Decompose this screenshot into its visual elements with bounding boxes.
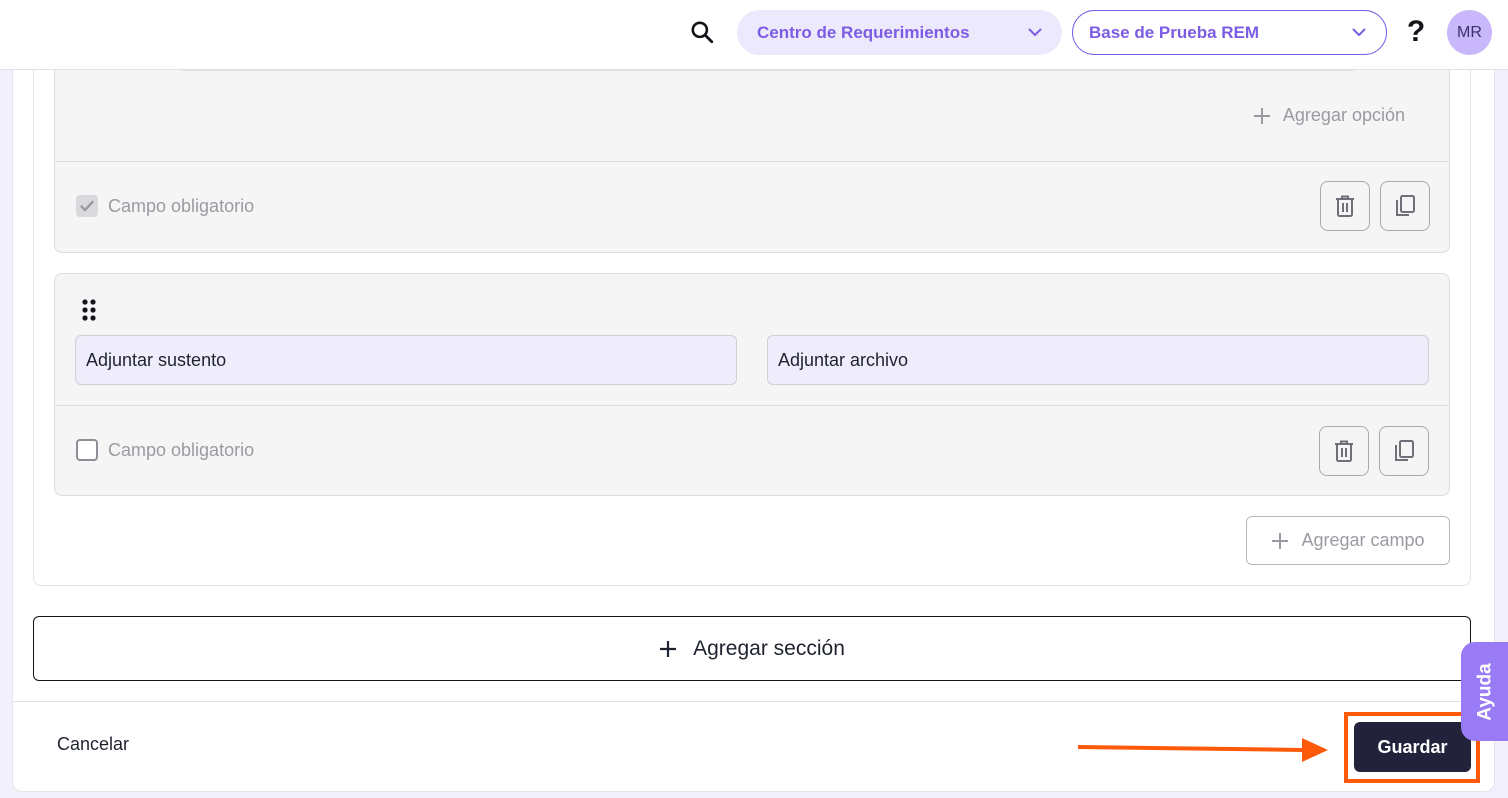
delete-field-button[interactable]: [1320, 181, 1370, 231]
center-selector-label: Centro de Requerimientos: [757, 22, 970, 42]
plus-icon: [1272, 532, 1289, 549]
required-label: Campo obligatorio: [108, 439, 255, 460]
divider: [55, 161, 1449, 162]
base-selector-label: Base de Prueba REM: [1089, 22, 1260, 42]
delete-field-button[interactable]: [1319, 426, 1369, 476]
chevron-down-icon: [1352, 28, 1366, 37]
trash-icon: [1335, 440, 1353, 462]
chevron-down-icon: [1028, 28, 1042, 37]
field-type-input[interactable]: Adjuntar archivo: [767, 335, 1429, 385]
footer-divider: [13, 701, 1494, 702]
base-selector[interactable]: Base de Prueba REM: [1072, 10, 1387, 55]
add-section-button[interactable]: Agregar sección: [33, 616, 1471, 681]
copy-icon: [1396, 195, 1415, 216]
required-toggle[interactable]: Campo obligatorio: [76, 439, 254, 461]
required-checkbox[interactable]: [76, 195, 98, 217]
divider: [55, 405, 1449, 406]
add-section-label: Agregar sección: [693, 636, 845, 660]
required-toggle[interactable]: Campo obligatorio: [76, 195, 254, 217]
help-tab[interactable]: Ayuda: [1461, 642, 1508, 741]
check-icon: [80, 200, 94, 212]
field-card: Agregar opción Campo obligatorio: [54, 60, 1450, 253]
field-name-input[interactable]: Adjuntar sustento: [75, 335, 737, 385]
save-button[interactable]: Guardar: [1354, 722, 1471, 772]
arrow-annotation-icon: [1077, 738, 1328, 762]
field-name-value: Adjuntar sustento: [86, 349, 227, 370]
field-card: Adjuntar sustento Adjuntar archivo Campo…: [54, 273, 1450, 496]
trash-icon: [1336, 195, 1354, 217]
drag-handle-icon[interactable]: [81, 298, 97, 322]
duplicate-field-button[interactable]: [1379, 426, 1429, 476]
add-field-button[interactable]: Agregar campo: [1246, 516, 1450, 565]
add-option-button[interactable]: Agregar opción: [1253, 105, 1405, 126]
center-selector[interactable]: Centro de Requerimientos: [737, 10, 1062, 55]
copy-icon: [1395, 440, 1414, 461]
help-tab-label: Ayuda: [1475, 662, 1496, 721]
duplicate-field-button[interactable]: [1380, 181, 1430, 231]
help-button[interactable]: ?: [1401, 12, 1431, 52]
search-icon: [691, 21, 714, 44]
add-field-label: Agregar campo: [1301, 530, 1425, 550]
required-checkbox[interactable]: [76, 439, 98, 461]
add-option-label: Agregar opción: [1282, 105, 1405, 125]
avatar[interactable]: MR: [1447, 10, 1492, 55]
search-button[interactable]: [686, 16, 718, 48]
top-bar: Centro de Requerimientos Base de Prueba …: [0, 0, 1508, 70]
required-label: Campo obligatorio: [108, 195, 255, 216]
cancel-button[interactable]: Cancelar: [57, 734, 129, 755]
plus-icon: [660, 640, 677, 657]
plus-icon: [1253, 107, 1270, 124]
field-type-value: Adjuntar archivo: [778, 349, 909, 370]
